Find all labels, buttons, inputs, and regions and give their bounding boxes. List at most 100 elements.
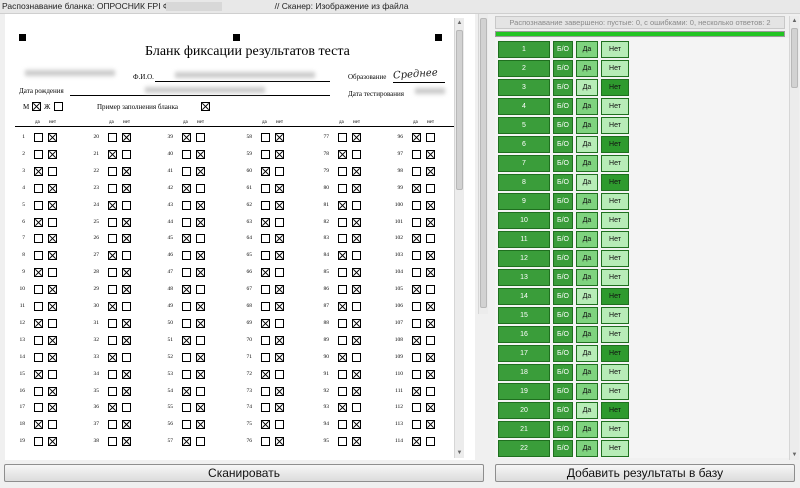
no-button[interactable]: Нет [601, 269, 629, 286]
form-question-number: 92 [323, 387, 330, 394]
no-answer-button[interactable]: Б/О [553, 421, 573, 438]
form-checkbox-yes [34, 420, 43, 430]
form-question-number: 29 [93, 286, 100, 293]
no-answer-button[interactable]: Б/О [553, 440, 573, 457]
no-answer-button[interactable]: Б/О [553, 250, 573, 267]
form-question-number: 19 [19, 438, 26, 445]
no-button[interactable]: Нет [601, 174, 629, 191]
no-answer-button[interactable]: Б/О [553, 288, 573, 305]
form-checkbox-yes [338, 403, 347, 413]
no-answer-button[interactable]: Б/О [553, 269, 573, 286]
yes-button[interactable]: Да [576, 364, 598, 381]
yes-button[interactable]: Да [576, 231, 598, 248]
yes-button[interactable]: Да [576, 193, 598, 210]
alignment-mark [233, 34, 240, 41]
no-button[interactable]: Нет [601, 250, 629, 267]
scroll-thumb[interactable] [791, 28, 798, 88]
yes-button[interactable]: Да [576, 383, 598, 400]
yes-button[interactable]: Да [576, 421, 598, 438]
no-answer-button[interactable]: Б/О [553, 383, 573, 400]
no-answer-button[interactable]: Б/О [553, 155, 573, 172]
add-results-button[interactable]: Добавить результаты в базу [495, 464, 795, 482]
yes-button[interactable]: Да [576, 288, 598, 305]
yes-button[interactable]: Да [576, 136, 598, 153]
question-number: 14 [498, 288, 550, 305]
yes-button[interactable]: Да [576, 345, 598, 362]
form-question-number: 61 [246, 184, 253, 191]
no-button[interactable]: Нет [601, 307, 629, 324]
yes-button[interactable]: Да [576, 402, 598, 419]
no-answer-button[interactable]: Б/О [553, 193, 573, 210]
no-button[interactable]: Нет [601, 79, 629, 96]
no-button[interactable]: Нет [601, 136, 629, 153]
pane-vertical-scrollbar[interactable] [478, 14, 488, 314]
no-button[interactable]: Нет [601, 402, 629, 419]
no-answer-button[interactable]: Б/О [553, 60, 573, 77]
no-button[interactable]: Нет [601, 212, 629, 229]
scroll-thumb[interactable] [456, 30, 463, 190]
form-question-number: 21 [93, 150, 100, 157]
no-button[interactable]: Нет [601, 326, 629, 343]
question-number: 22 [498, 440, 550, 457]
yes-button[interactable]: Да [576, 212, 598, 229]
column-header-no: нет [49, 120, 57, 125]
no-answer-button[interactable]: Б/О [553, 364, 573, 381]
yes-button[interactable]: Да [576, 250, 598, 267]
form-checkbox-yes [182, 149, 191, 159]
no-answer-button[interactable]: Б/О [553, 98, 573, 115]
scroll-thumb[interactable] [480, 18, 487, 308]
no-answer-button[interactable]: Б/О [553, 79, 573, 96]
yes-button[interactable]: Да [576, 79, 598, 96]
form-checkbox-no [352, 251, 361, 261]
no-button[interactable]: Нет [601, 41, 629, 58]
scroll-down-icon[interactable]: ▼ [790, 450, 799, 460]
form-checkbox-no [426, 302, 435, 311]
no-button[interactable]: Нет [601, 231, 629, 248]
form-checkbox-no [122, 149, 131, 159]
yes-button[interactable]: Да [576, 326, 598, 343]
left-vertical-scrollbar[interactable]: ▲ ▼ [454, 18, 464, 458]
scroll-down-icon[interactable]: ▼ [455, 448, 464, 458]
yes-button[interactable]: Да [576, 307, 598, 324]
yes-button[interactable]: Да [576, 41, 598, 58]
no-button[interactable]: Нет [601, 117, 629, 134]
no-button[interactable]: Нет [601, 364, 629, 381]
form-checkbox-yes [34, 302, 43, 311]
no-answer-button[interactable]: Б/О [553, 307, 573, 324]
yes-button[interactable]: Да [576, 155, 598, 172]
form-question-number: 23 [93, 184, 100, 191]
yes-button[interactable]: Да [576, 117, 598, 134]
scan-button[interactable]: Сканировать [4, 464, 484, 482]
no-button[interactable]: Нет [601, 60, 629, 77]
yes-button[interactable]: Да [576, 269, 598, 286]
no-answer-button[interactable]: Б/О [553, 117, 573, 134]
question-number: 4 [498, 98, 550, 115]
scroll-up-icon[interactable]: ▲ [790, 16, 799, 26]
form-checkbox-yes [34, 133, 43, 142]
no-answer-button[interactable]: Б/О [553, 41, 573, 58]
no-button[interactable]: Нет [601, 155, 629, 172]
no-button[interactable]: Нет [601, 421, 629, 438]
no-button[interactable]: Нет [601, 193, 629, 210]
no-answer-button[interactable]: Б/О [553, 136, 573, 153]
yes-button[interactable]: Да [576, 98, 598, 115]
no-answer-button[interactable]: Б/О [553, 231, 573, 248]
scroll-up-icon[interactable]: ▲ [455, 18, 464, 28]
no-answer-button[interactable]: Б/О [553, 212, 573, 229]
no-button[interactable]: Нет [601, 440, 629, 457]
answers-vertical-scrollbar[interactable]: ▲ ▼ [789, 16, 799, 460]
no-answer-button[interactable]: Б/О [553, 326, 573, 343]
yes-button[interactable]: Да [576, 174, 598, 191]
no-answer-button[interactable]: Б/О [553, 402, 573, 419]
no-button[interactable]: Нет [601, 98, 629, 115]
yes-button[interactable]: Да [576, 440, 598, 457]
no-button[interactable]: Нет [601, 288, 629, 305]
form-checkbox-yes [108, 268, 117, 278]
form-checkbox-no [196, 285, 205, 295]
yes-button[interactable]: Да [576, 60, 598, 77]
no-answer-button[interactable]: Б/О [553, 174, 573, 191]
no-answer-button[interactable]: Б/О [553, 345, 573, 362]
no-button[interactable]: Нет [601, 345, 629, 362]
form-question-number: 48 [167, 286, 174, 293]
no-button[interactable]: Нет [601, 383, 629, 400]
